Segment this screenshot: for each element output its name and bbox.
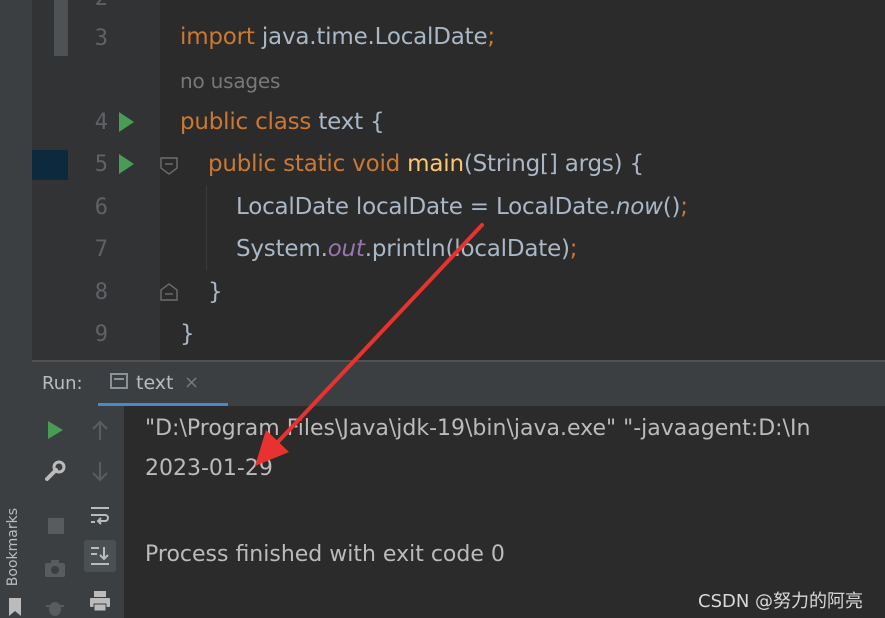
camera-icon[interactable]	[44, 558, 66, 578]
line-number: 9	[94, 322, 108, 347]
scroll-to-end-icon	[91, 547, 109, 565]
code-line-4: public class text {	[180, 109, 385, 135]
editor-gutter: 2 3 4 5 6 7 8 9	[32, 0, 178, 360]
run-tab-text[interactable]: text ×	[98, 362, 228, 406]
line-number: 5	[94, 152, 108, 177]
console-icon	[110, 373, 128, 389]
code-line-6: LocalDate localDate = LocalDate.now();	[236, 194, 688, 220]
indent-guide	[206, 185, 207, 270]
run-class-icon[interactable]	[119, 112, 134, 132]
arrow-up-icon[interactable]	[90, 420, 110, 442]
bookmarks-tab[interactable]: Bookmarks	[5, 508, 21, 586]
rerun-icon[interactable]	[46, 420, 64, 440]
line-number: 6	[94, 195, 108, 220]
console-output-line: 2023-01-29	[145, 456, 273, 481]
run-panel-header: Run: text ×	[32, 362, 885, 406]
debug-bug-icon[interactable]	[44, 596, 66, 618]
gutter-scroll-thumb[interactable]	[54, 0, 68, 56]
left-tool-strip: Bookmarks	[0, 0, 32, 618]
current-line-marker	[32, 150, 68, 180]
scroll-to-end-button[interactable]	[84, 540, 116, 572]
line-number: 3	[94, 26, 108, 51]
run-toolbar-primary	[32, 406, 76, 618]
code-line-8: }	[208, 279, 223, 305]
code-line-9: }	[180, 321, 195, 347]
csdn-watermark: CSDN @努力的阿亮	[698, 591, 864, 612]
arrow-down-icon[interactable]	[90, 460, 110, 482]
code-editor[interactable]: 2 3 4 5 6 7 8 9 import java.time.LocalDa…	[32, 0, 885, 360]
fold-close-icon[interactable]	[160, 283, 178, 301]
line-number: 4	[94, 110, 108, 135]
fold-open-icon[interactable]	[160, 157, 178, 175]
line-number: 2	[78, 0, 108, 11]
line-number: 7	[94, 237, 108, 262]
usage-hint[interactable]: no usages	[180, 69, 280, 93]
code-line-5: public static void main(String[] args) {	[208, 151, 644, 177]
print-icon[interactable]	[89, 590, 111, 612]
soft-wrap-icon[interactable]	[89, 504, 111, 526]
console-exit-line: Process finished with exit code 0	[145, 542, 505, 567]
run-main-icon[interactable]	[119, 154, 134, 174]
code-line-3: import java.time.LocalDate;	[180, 24, 495, 50]
wrench-icon[interactable]	[44, 460, 66, 482]
code-line-7: System.out.println(localDate);	[236, 236, 578, 262]
run-tab-label: text	[136, 372, 174, 394]
run-label: Run:	[42, 373, 83, 394]
line-number: 8	[94, 280, 108, 305]
close-tab-icon[interactable]: ×	[184, 372, 199, 393]
bookmark-icon	[9, 598, 21, 616]
run-toolbar-secondary	[76, 406, 124, 618]
stop-icon[interactable]	[48, 518, 64, 534]
console-command-line: "D:\Program Files\Java\jdk-19\bin\java.e…	[145, 416, 811, 441]
